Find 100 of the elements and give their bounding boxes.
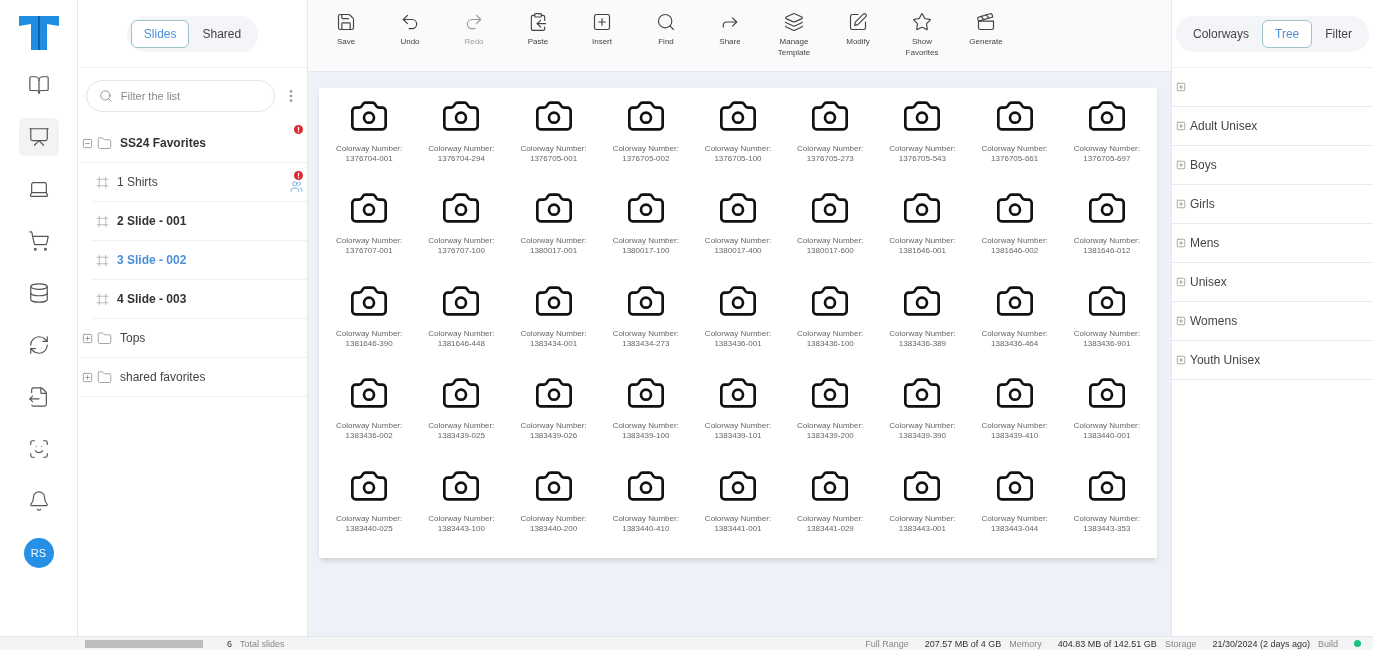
alert-icon xyxy=(294,125,303,134)
colorway-caption: Colorway Number: 1383443-353 xyxy=(1073,513,1140,534)
expand-icon[interactable] xyxy=(1176,355,1186,365)
tab[interactable]: Colorways xyxy=(1180,19,1263,48)
folder-row[interactable]: SS24 Favorites xyxy=(78,124,307,163)
colorway-caption: Colorway Number: 1383440-200 xyxy=(520,513,587,534)
colorway-caption: Colorway Number: 1383439-026 xyxy=(520,421,587,442)
colorway-caption: Colorway Number: 1383441-029 xyxy=(797,513,864,534)
cart-icon xyxy=(27,230,50,252)
colorway-caption: Colorway Number: 1383436-389 xyxy=(889,328,956,349)
users-icon[interactable] xyxy=(290,180,303,193)
colorway-caption: Colorway Number: 1383434-001 xyxy=(520,328,587,349)
colorway-caption: Colorway Number: 1380017-100 xyxy=(612,236,679,257)
toolbar-button[interactable]: Modify xyxy=(832,12,884,47)
colorway-caption: Colorway Number: 1381646-001 xyxy=(889,236,956,257)
search-icon xyxy=(656,12,676,32)
layers-icon xyxy=(784,12,804,32)
colorway-caption: Colorway Number: 1376705-273 xyxy=(797,144,864,164)
folder-label: SS24 Favorites xyxy=(120,135,208,152)
star-icon xyxy=(912,12,932,32)
tab[interactable]: Shared xyxy=(189,19,255,48)
toolbar-button[interactable]: Undo xyxy=(384,12,436,47)
category-label: Boys xyxy=(1190,157,1217,174)
category-label: Girls xyxy=(1190,196,1215,213)
category-label: Unisex xyxy=(1190,274,1227,291)
category-row[interactable]: Womens xyxy=(1172,302,1373,341)
undo-icon xyxy=(400,12,420,32)
expand-icon[interactable] xyxy=(1176,82,1186,92)
toolbar-button[interactable]: Show Favorites xyxy=(896,12,948,58)
colorway-caption: Colorway Number: 1376704-001 xyxy=(336,144,403,164)
colorway-caption: Colorway Number: 1376705-661 xyxy=(981,144,1048,164)
edit-icon xyxy=(848,12,868,32)
slide-row[interactable]: 2 Slide - 001 xyxy=(92,202,307,241)
colorway-caption: Colorway Number: 1383436-901 xyxy=(1073,328,1140,349)
build-value: 21/30/2024 (2 days ago) xyxy=(1212,637,1310,650)
colorway-caption: Colorway Number: 1381646-002 xyxy=(981,236,1048,257)
colorway-caption: Colorway Number: 1376707-001 xyxy=(336,236,403,257)
colorway-caption: Colorway Number: 1376707-100 xyxy=(428,236,495,257)
slides-count: 6 xyxy=(227,637,232,650)
category-row[interactable]: Unisex xyxy=(1172,263,1373,302)
folder-row[interactable]: Tops xyxy=(78,319,307,358)
frame-icon xyxy=(96,214,109,228)
expand-icon[interactable] xyxy=(1176,316,1186,326)
slide-row[interactable]: 1 Shirts xyxy=(92,163,307,202)
colorway-caption: Colorway Number: 1383443-100 xyxy=(428,513,495,534)
colorway-caption: Colorway Number: 1376705-002 xyxy=(612,144,679,164)
toolbar-button[interactable]: Share xyxy=(704,12,756,47)
toolbar-button[interactable]: Save xyxy=(320,12,372,47)
toolbar-button[interactable]: Find xyxy=(640,12,692,47)
expand-icon[interactable] xyxy=(1176,199,1186,209)
category-row[interactable]: Adult Unisex xyxy=(1172,107,1373,146)
colorway-caption: Colorway Number: 1383443-001 xyxy=(889,513,956,534)
colorway-caption: Colorway Number: 1376705-697 xyxy=(1073,144,1140,164)
nav-button[interactable] xyxy=(18,118,59,156)
frame-icon xyxy=(96,292,109,306)
colorway-caption: Colorway Number: 1376705-100 xyxy=(704,144,772,164)
refresh-icon xyxy=(27,334,50,356)
toolbar-button[interactable]: Insert xyxy=(576,12,628,47)
folder-label: Tops xyxy=(120,330,147,347)
toolbar-button[interactable]: Manage Template xyxy=(768,12,820,58)
category-row[interactable]: Girls xyxy=(1172,185,1373,224)
category-row[interactable]: Boys xyxy=(1172,146,1373,185)
category-label: Youth Unisex xyxy=(1190,352,1261,369)
scan-icon xyxy=(27,438,50,460)
tab[interactable]: Filter xyxy=(1312,19,1365,48)
colorway-caption: Colorway Number: 1383439-101 xyxy=(704,421,772,442)
toolbar-button[interactable]: Generate xyxy=(960,12,1012,47)
slide-label: 2 Slide - 001 xyxy=(117,213,188,230)
colorway-caption: Colorway Number: 1383436-100 xyxy=(797,328,864,349)
category-row[interactable]: Mens xyxy=(1172,224,1373,263)
colorway-caption: Colorway Number: 1383436-001 xyxy=(704,328,772,349)
category-label: Adult Unisex xyxy=(1190,118,1258,135)
search-icon xyxy=(99,88,113,104)
category-row[interactable]: Youth Unisex xyxy=(1172,341,1373,380)
expand-icon[interactable] xyxy=(1176,277,1186,287)
colorway-caption: Colorway Number: 1376705-543 xyxy=(889,144,956,164)
colorway-caption: Colorway Number: 1383439-410 xyxy=(981,421,1048,442)
expand-icon[interactable] xyxy=(1176,121,1186,131)
colorway-caption: Colorway Number: 1383440-001 xyxy=(1073,421,1140,442)
expand-icon[interactable] xyxy=(82,332,93,344)
category-label: Womens xyxy=(1190,313,1238,330)
colorway-caption: Colorway Number: 1383440-410 xyxy=(612,513,679,534)
collapse-icon[interactable] xyxy=(82,137,93,149)
expand-icon[interactable] xyxy=(1176,160,1186,170)
colorway-caption: Colorway Number: 1380017-001 xyxy=(520,236,587,257)
colorway-caption: Colorway Number: 1383436-464 xyxy=(981,328,1048,349)
storage-value: 404.83 MB of 142.51 GB xyxy=(1057,637,1157,650)
toolbar-button[interactable]: Paste xyxy=(512,12,564,47)
colorway-caption: Colorway Number: 1383439-390 xyxy=(889,421,956,442)
folder-label: shared favorites xyxy=(120,369,207,386)
slide-row[interactable]: 4 Slide - 003 xyxy=(92,280,307,319)
folder-row[interactable]: shared favorites xyxy=(78,358,307,397)
clapperboard-icon xyxy=(976,12,996,32)
export-icon xyxy=(27,386,50,408)
category-label: Mens xyxy=(1190,235,1220,252)
search-field[interactable]: Filter the list xyxy=(120,87,262,105)
notifications-icon xyxy=(27,490,50,512)
expand-icon[interactable] xyxy=(1176,238,1186,248)
range-label: Full Range xyxy=(865,637,909,650)
expand-icon[interactable] xyxy=(82,371,93,383)
